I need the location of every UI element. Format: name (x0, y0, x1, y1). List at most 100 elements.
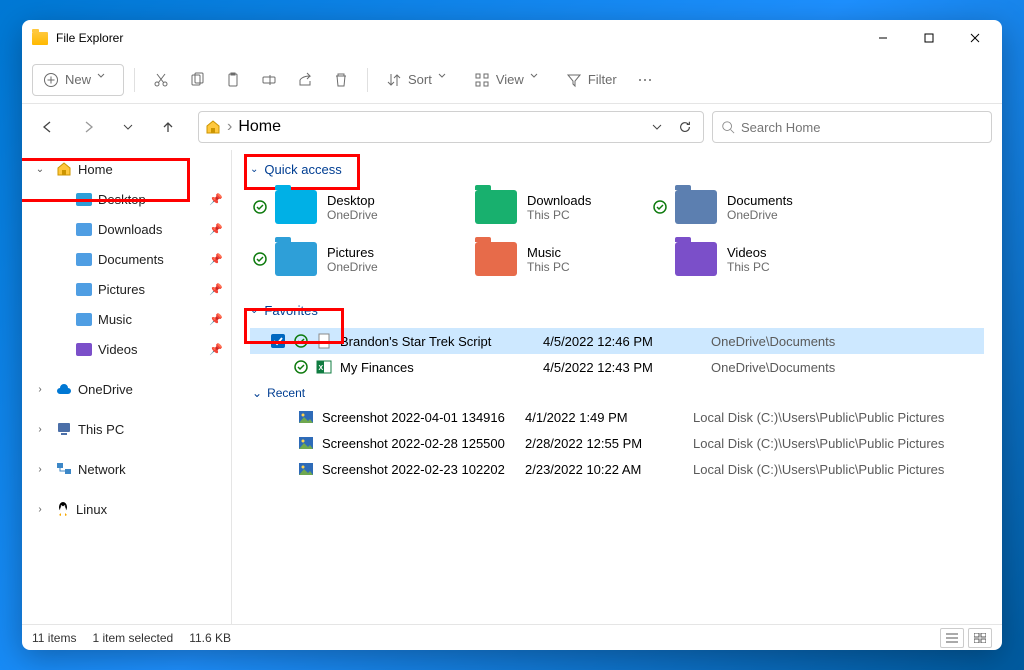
folder-icon (675, 242, 717, 276)
document-icon (316, 333, 332, 349)
back-button[interactable] (32, 111, 64, 143)
maximize-button[interactable] (906, 20, 952, 56)
recent-item[interactable]: Screenshot 2022-02-23 1022022/23/2022 10… (250, 456, 984, 482)
quick-access-videos[interactable]: VideosThis PC (650, 239, 850, 279)
sidebar-item-downloads[interactable]: Downloads📌 (22, 214, 231, 244)
filter-button[interactable]: Filter (558, 64, 625, 96)
sort-button[interactable]: Sort (378, 64, 462, 96)
sidebar-item-music[interactable]: Music📌 (22, 304, 231, 334)
ellipsis-icon (637, 72, 653, 88)
sidebar-item-network[interactable]: ›Network (22, 454, 231, 484)
file-name: Screenshot 2022-04-01 134916 (322, 410, 517, 425)
sidebar-item-linux[interactable]: ›Linux (22, 494, 231, 524)
folder-name: Desktop (327, 193, 378, 208)
section-quick-access[interactable]: ⌄ Quick access (250, 162, 984, 177)
file-date: 4/5/2022 12:46 PM (543, 334, 703, 349)
folder-icon (76, 313, 92, 326)
view-label: View (496, 72, 524, 87)
quick-access-pictures[interactable]: PicturesOneDrive (250, 239, 450, 279)
folder-name: Videos (727, 245, 770, 260)
quick-access-desktop[interactable]: DesktopOneDrive (250, 187, 450, 227)
folder-icon (76, 253, 92, 266)
chevron-down-icon (97, 72, 113, 88)
details-view-button[interactable] (940, 628, 964, 648)
thumbnails-view-button[interactable] (968, 628, 992, 648)
sidebar-item-label: Downloads (98, 222, 162, 237)
favorite-item[interactable]: XMy Finances4/5/2022 12:43 PMOneDrive\Do… (250, 354, 984, 380)
chevron-down-icon: ⌄ (250, 305, 258, 316)
new-label: New (65, 72, 91, 87)
pin-icon: 📌 (209, 193, 223, 206)
chevron-down-icon: ⌄ (252, 386, 262, 400)
chevron-right-icon: › (30, 464, 50, 475)
recent-label: Recent (267, 386, 305, 400)
scissors-icon (153, 72, 169, 88)
status-size: 11.6 KB (189, 631, 231, 645)
command-bar: New Sort View Filter (22, 56, 1002, 104)
sidebar-item-desktop[interactable]: Desktop 📌 (22, 184, 231, 214)
checkbox-icon[interactable] (270, 333, 286, 349)
pin-icon: 📌 (209, 343, 223, 356)
sidebar-item-documents[interactable]: Documents📌 (22, 244, 231, 274)
content-pane: ⌄ Quick access DesktopOneDriveDownloadsT… (232, 150, 1002, 624)
cut-button[interactable] (145, 64, 177, 96)
sync-status-icon (653, 200, 667, 214)
file-date: 4/1/2022 1:49 PM (525, 410, 685, 425)
sidebar-item-label: Documents (98, 252, 164, 267)
favorite-item[interactable]: Brandon's Star Trek Script 4/5/2022 12:46… (250, 328, 984, 354)
sidebar-item-onedrive[interactable]: › OneDrive (22, 374, 231, 404)
chevron-down-icon (530, 72, 546, 88)
address-bar[interactable]: › Home (198, 111, 704, 143)
recent-locations-button[interactable] (112, 111, 144, 143)
filter-label: Filter (588, 72, 617, 87)
new-button[interactable]: New (32, 64, 124, 96)
sidebar-item-label: OneDrive (78, 382, 133, 397)
chevron-right-icon: › (30, 384, 50, 395)
minimize-button[interactable] (860, 20, 906, 56)
folder-location: This PC (727, 260, 770, 274)
copy-button[interactable] (181, 64, 213, 96)
folder-icon (275, 242, 317, 276)
quick-access-downloads[interactable]: DownloadsThis PC (450, 187, 650, 227)
favorites-label: Favorites (264, 303, 317, 318)
chevron-down-icon: ⌄ (250, 164, 258, 175)
clipboard-icon (225, 72, 241, 88)
forward-button[interactable] (72, 111, 104, 143)
sidebar-item-videos[interactable]: Videos📌 (22, 334, 231, 364)
svg-text:X: X (319, 365, 324, 372)
section-favorites[interactable]: ⌄ Favorites (250, 303, 984, 318)
section-recent[interactable]: ⌄ Recent (252, 386, 984, 400)
quick-access-documents[interactable]: DocumentsOneDrive (650, 187, 850, 227)
delete-button[interactable] (325, 64, 357, 96)
sidebar-item-home[interactable]: ⌄ Home (22, 154, 231, 184)
quick-access-music[interactable]: MusicThis PC (450, 239, 650, 279)
folder-name: Pictures (327, 245, 378, 260)
rename-icon (261, 72, 277, 88)
search-input[interactable] (741, 120, 983, 135)
folder-icon (76, 193, 92, 206)
recent-item[interactable]: Screenshot 2022-02-28 1255002/28/2022 12… (250, 430, 984, 456)
view-button[interactable]: View (466, 64, 554, 96)
up-button[interactable] (152, 111, 184, 143)
recent-item[interactable]: Screenshot 2022-04-01 134916 4/1/2022 1:4… (250, 404, 984, 430)
refresh-button[interactable] (673, 115, 697, 139)
search-icon (721, 120, 735, 134)
file-name: Brandon's Star Trek Script (340, 334, 535, 349)
paste-button[interactable] (217, 64, 249, 96)
close-button[interactable] (952, 20, 998, 56)
sidebar-item-pictures[interactable]: Pictures📌 (22, 274, 231, 304)
pin-icon: 📌 (209, 313, 223, 326)
more-button[interactable] (629, 64, 661, 96)
trash-icon (333, 72, 349, 88)
search-box[interactable] (712, 111, 992, 143)
sidebar-home-label: Home (78, 162, 113, 177)
address-dropdown-button[interactable] (645, 115, 669, 139)
share-button[interactable] (289, 64, 321, 96)
image-icon (298, 461, 314, 477)
sync-status-icon (253, 200, 267, 214)
breadcrumb-home[interactable]: Home (238, 118, 281, 136)
sidebar-item-label: Desktop (98, 192, 146, 207)
sidebar-item-this-pc[interactable]: ›This PC (22, 414, 231, 444)
rename-button[interactable] (253, 64, 285, 96)
plus-circle-icon (43, 72, 59, 88)
